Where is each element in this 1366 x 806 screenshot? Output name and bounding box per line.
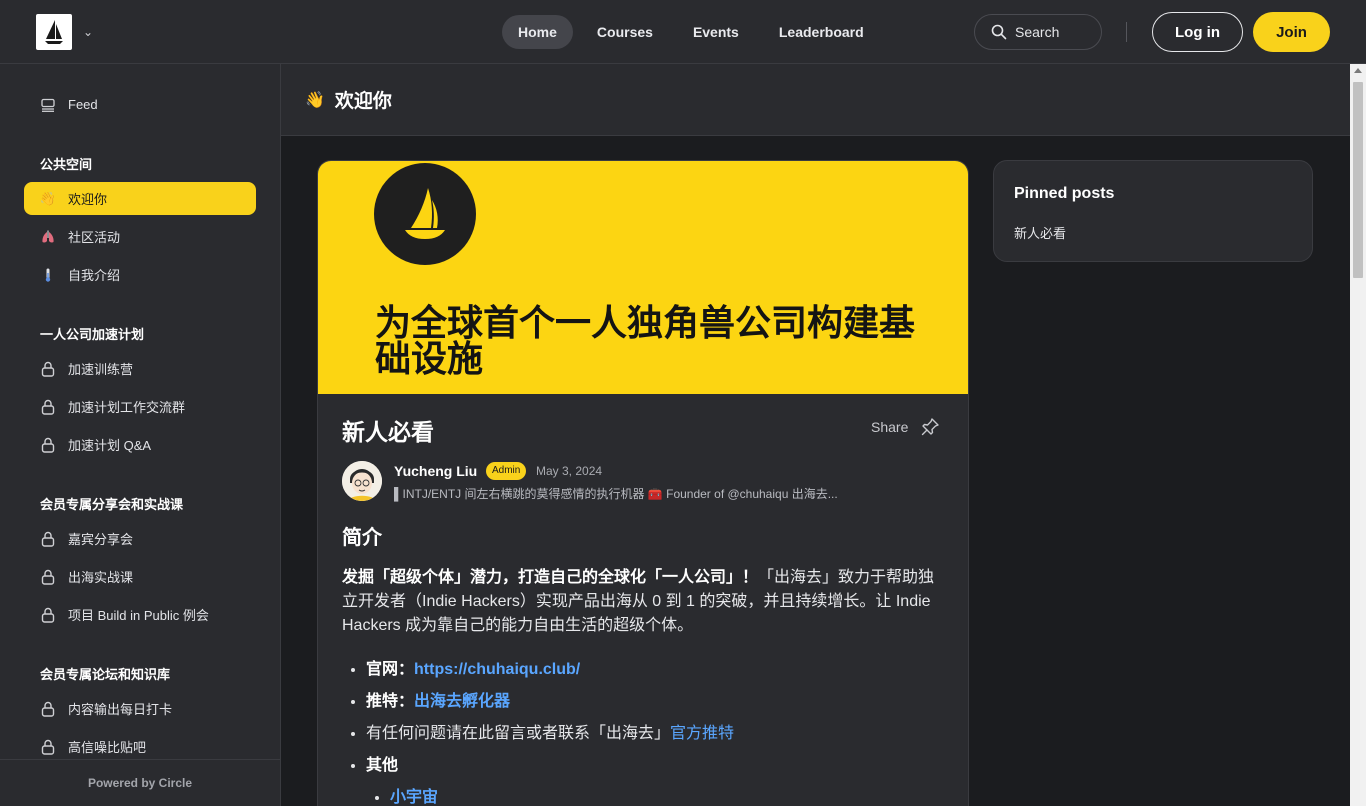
sidebar-item-practice-course[interactable]: 出海实战课 bbox=[24, 560, 256, 593]
sidebar-item-label: 加速训练营 bbox=[68, 362, 134, 377]
sailboat-icon bbox=[405, 188, 445, 239]
lock-icon bbox=[40, 569, 56, 585]
sailboat-logo bbox=[374, 163, 476, 265]
community-logo[interactable] bbox=[36, 14, 72, 50]
post-title: 新人必看 bbox=[342, 419, 434, 445]
pinned-posts-title: Pinned posts bbox=[1014, 185, 1115, 202]
list-item: 推特：出海去孵化器 bbox=[366, 686, 942, 718]
sidebar-item-intro[interactable]: 自我介绍 bbox=[24, 258, 256, 291]
login-button[interactable]: Log in bbox=[1152, 12, 1243, 52]
cover-headline: 为全球首个一人独角兽公司构建基础设施 bbox=[375, 302, 916, 379]
lock-icon bbox=[40, 437, 56, 453]
top-bar: ⌄ Home Courses Events Leaderboard Search… bbox=[0, 0, 1366, 64]
sidebar-item-bootcamp[interactable]: 加速训练营 bbox=[24, 352, 256, 385]
sidebar-item-daily-checkin[interactable]: 内容输出每日打卡 bbox=[24, 692, 256, 725]
lock-icon bbox=[40, 607, 56, 623]
lock-icon bbox=[40, 531, 56, 547]
search-button[interactable]: Search bbox=[974, 14, 1102, 50]
chevron-down-icon[interactable]: ⌄ bbox=[80, 22, 96, 42]
post-date: May 3, 2024 bbox=[536, 464, 603, 478]
waving-hand-icon: 👋 bbox=[39, 190, 57, 206]
list-item: 其他 小宇宙 bbox=[366, 750, 942, 806]
post-card: 为全球首个一人独角兽公司构建基础设施 新人必看 Share Yucheng Li… bbox=[317, 160, 969, 806]
admin-badge: Admin bbox=[486, 462, 527, 480]
scroll-up-arrow-icon[interactable] bbox=[1354, 68, 1362, 73]
nav-events[interactable]: Events bbox=[677, 15, 755, 49]
nav-home[interactable]: Home bbox=[502, 15, 573, 49]
search-icon bbox=[991, 24, 1007, 40]
nav-courses[interactable]: Courses bbox=[581, 15, 669, 49]
author-avatar[interactable] bbox=[342, 461, 382, 501]
sidebar-heading: 一人公司加速计划 bbox=[40, 327, 145, 342]
sidebar-item-label: 内容输出每日打卡 bbox=[68, 702, 173, 717]
lock-icon bbox=[40, 701, 56, 717]
feed-icon bbox=[40, 97, 56, 113]
sidebar-heading: 会员专属分享会和实战课 bbox=[40, 497, 184, 512]
list-item-label: 其他 bbox=[366, 757, 399, 774]
lungs-icon bbox=[40, 229, 56, 245]
list-item: 官网：https://chuhaiqu.club/ bbox=[366, 654, 942, 686]
sidebar-item-welcome[interactable]: 👋 欢迎你 bbox=[24, 182, 256, 215]
sidebar-item-label: 加速计划工作交流群 bbox=[68, 400, 186, 415]
scrollbar[interactable] bbox=[1350, 64, 1366, 806]
sailboat-icon bbox=[45, 20, 63, 44]
list-item-label: 推特： bbox=[366, 693, 415, 710]
sidebar-item-label: 出海实战课 bbox=[68, 570, 134, 585]
lock-icon bbox=[40, 361, 56, 377]
intro-bold: 发掘「超级个体」潜力，打造自己的全球化「一人公司」！ bbox=[342, 569, 759, 586]
post-body: 简介 发掘「超级个体」潜力，打造自己的全球化「一人公司」！「出海去」致力于帮助独… bbox=[342, 521, 942, 806]
lock-icon bbox=[40, 399, 56, 415]
sidebar-item-label: 加速计划 Q&A bbox=[68, 438, 152, 453]
nav-leaderboard[interactable]: Leaderboard bbox=[763, 15, 880, 49]
join-button[interactable]: Join bbox=[1253, 12, 1330, 52]
links-list: 官网：https://chuhaiqu.club/ 推特：出海去孵化器 有任何问… bbox=[342, 654, 942, 806]
search-label: Search bbox=[1015, 24, 1060, 40]
page-title: 欢迎你 bbox=[334, 91, 392, 112]
sidebar-item-label: 嘉宾分享会 bbox=[68, 532, 134, 547]
powered-by-footer[interactable]: Powered by Circle bbox=[0, 759, 280, 806]
sidebar-item-label: Feed bbox=[68, 97, 98, 112]
sidebar-item-label: 社区活动 bbox=[68, 230, 121, 245]
section-heading: 简介 bbox=[342, 527, 382, 549]
main-nav: Home Courses Events Leaderboard bbox=[502, 15, 880, 49]
official-twitter-link[interactable]: 官方推特 bbox=[670, 725, 734, 742]
list-item: 小宇宙 bbox=[390, 782, 942, 806]
twitter-link[interactable]: 出海去孵化器 bbox=[414, 693, 510, 710]
pin-icon[interactable] bbox=[920, 417, 940, 437]
author-bio: ▌INTJ/ENTJ 间左右横跳的莫得感情的执行机器 🧰 Founder of … bbox=[394, 487, 838, 501]
sidebar-item-exchange-group[interactable]: 加速计划工作交流群 bbox=[24, 390, 256, 423]
sidebar-item-guest-sharing[interactable]: 嘉宾分享会 bbox=[24, 522, 256, 555]
sidebar-heading: 会员专属论坛和知识库 bbox=[40, 667, 171, 682]
list-item: 有任何问题请在此留言或者联系「出海去」官方推特 bbox=[366, 718, 942, 750]
scrollbar-thumb[interactable] bbox=[1353, 82, 1363, 278]
list-item-label: 官网： bbox=[366, 661, 415, 678]
lock-icon bbox=[40, 739, 56, 755]
sidebar-item-events[interactable]: 社区活动 bbox=[24, 220, 256, 253]
sidebar-item-label: 欢迎你 bbox=[68, 192, 108, 207]
author-name[interactable]: Yucheng Liu bbox=[394, 463, 477, 479]
sidebar-item-label: 项目 Build in Public 例会 bbox=[68, 608, 209, 623]
sidebar-heading: 公共空间 bbox=[40, 157, 93, 172]
sidebar-item-feed[interactable]: Feed bbox=[24, 88, 256, 121]
pinned-post-link[interactable]: 新人必看 bbox=[1014, 223, 1066, 242]
pinned-posts-card: Pinned posts 新人必看 bbox=[993, 160, 1313, 262]
sidebar-item-label: 高信噪比贴吧 bbox=[68, 740, 147, 755]
sidebar-item-build-in-public[interactable]: 项目 Build in Public 例会 bbox=[24, 598, 256, 631]
post-cover-image: 为全球首个一人独角兽公司构建基础设施 bbox=[318, 161, 968, 394]
intro-paragraph: 发掘「超级个体」潜力，打造自己的全球化「一人公司」！「出海去」致力于帮助独立开发… bbox=[342, 566, 942, 638]
sidebar-item-label: 自我介绍 bbox=[68, 268, 121, 283]
thermometer-icon bbox=[40, 267, 56, 283]
share-button[interactable]: Share bbox=[871, 419, 908, 435]
waving-hand-icon: 👋 bbox=[305, 91, 325, 109]
list-item-label: 有任何问题请在此留言或者联系「出海去」 bbox=[366, 725, 671, 742]
sidebar: Feed 公共空间 👋 欢迎你 社区活动 自我介绍 一人公司加速计划 加速训练营… bbox=[0, 64, 281, 806]
xiaoyuzhou-link[interactable]: 小宇宙 bbox=[390, 789, 438, 806]
header-divider bbox=[1126, 22, 1127, 42]
sidebar-item-qa[interactable]: 加速计划 Q&A bbox=[24, 428, 256, 461]
sub-list: 小宇宙 bbox=[366, 782, 942, 806]
space-header: 👋 欢迎你 bbox=[281, 64, 1350, 136]
website-link[interactable]: https://chuhaiqu.club/ bbox=[414, 661, 580, 678]
